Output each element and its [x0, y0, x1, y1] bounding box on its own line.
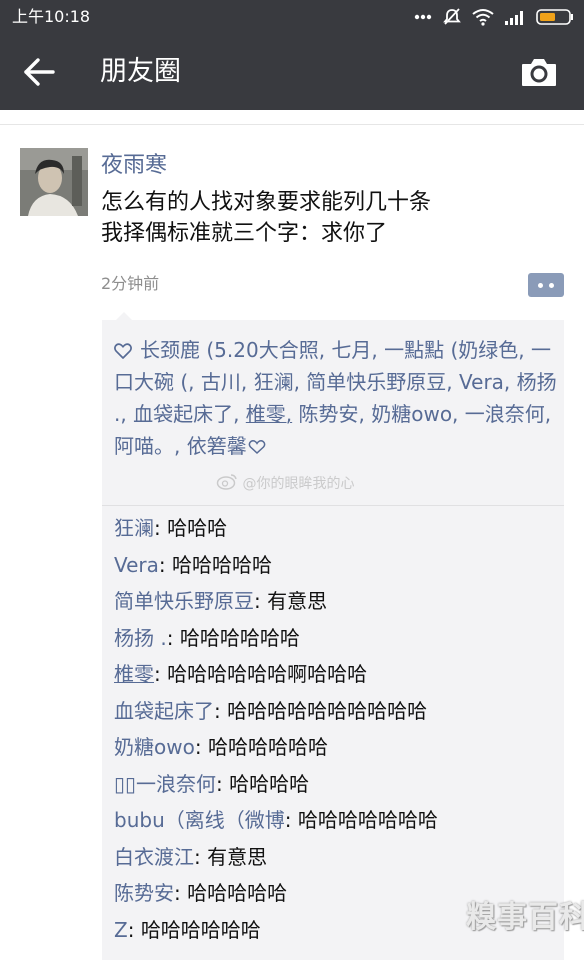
comment-row[interactable]: bubu（离线（微博: 哈哈哈哈哈哈哈: [114, 804, 559, 841]
comment-author[interactable]: 椎零: [114, 662, 154, 686]
status-bar: 上午10:18: [0, 0, 584, 34]
post-author[interactable]: 夜雨寒: [101, 150, 167, 182]
comment-row[interactable]: Vera: 哈哈哈哈哈: [114, 549, 559, 586]
comment-author[interactable]: 血袋起床了: [114, 699, 214, 723]
more-dots-icon: [414, 14, 432, 20]
heart-icon: [114, 343, 132, 359]
likes-divider: [102, 505, 564, 506]
mute-icon: [443, 8, 461, 25]
post-line: 怎么有的人找对象要求能列几十条: [101, 190, 432, 215]
camera-icon[interactable]: [520, 55, 558, 89]
battery-icon: [536, 9, 573, 25]
comment-text: 哈哈哈哈哈哈: [179, 625, 300, 650]
weibo-watermark-text: @你的眼眸我的心: [242, 475, 355, 492]
comment-text: 哈哈哈哈哈哈哈: [297, 808, 438, 832]
status-time: 上午10:18: [12, 7, 91, 26]
weibo-logo-icon: [216, 472, 238, 495]
comment-text: 有意思: [207, 844, 268, 869]
comment-row[interactable]: 椎零: 哈哈哈哈哈哈啊哈哈哈: [114, 658, 559, 695]
status-icons: [414, 6, 574, 28]
comment-text: 哈哈哈哈哈哈哈哈哈哈: [227, 698, 428, 723]
comment-author[interactable]: 杨扬 .: [114, 626, 167, 650]
post-line: 我择偶标准就三个字：求你了: [101, 221, 388, 246]
weibo-watermark: @你的眼眸我的心: [216, 472, 354, 495]
interaction-panel: 长颈鹿 (5.20大合照, 七月, 一點點 (奶绿色, 一口大碗 (, 古川, …: [102, 312, 564, 960]
avatar[interactable]: [20, 148, 88, 216]
comment-text: 哈哈哈哈哈哈: [140, 917, 261, 942]
page-title: 朋友圈: [100, 56, 181, 87]
likes-list: 长颈鹿 (5.20大合照, 七月, 一點點 (奶绿色, 一口大碗 (, 古川, …: [114, 334, 559, 462]
post-time: 2分钟前: [101, 274, 160, 293]
comment-row[interactable]: 杨扬 .: 哈哈哈哈哈哈: [114, 622, 559, 659]
signal-icon: [505, 11, 523, 25]
comment-author[interactable]: 奶糖owo: [114, 735, 195, 759]
comment-text: 哈哈哈哈哈: [187, 881, 288, 905]
post-content: 怎么有的人找对象要求能列几十条 我择偶标准就三个字：求你了: [101, 187, 561, 249]
corner-watermark: 糗事百科: [466, 900, 584, 935]
comment-author[interactable]: 简单快乐野原豆: [114, 589, 254, 613]
comment-author[interactable]: Vera: [114, 553, 159, 577]
comment-row[interactable]: 奶糖owo: 哈哈哈哈哈哈: [114, 731, 559, 768]
comment-row[interactable]: 简单快乐野原豆: 有意思: [114, 585, 559, 622]
likes-name-underlined[interactable]: 椎零,: [246, 402, 292, 426]
back-arrow-icon[interactable]: [22, 56, 56, 88]
comment-author[interactable]: 狂澜: [114, 516, 154, 540]
comment-text: 哈哈哈: [167, 516, 228, 540]
top-divider: [0, 124, 584, 125]
comment-author[interactable]: bubu（离线（微博: [114, 808, 285, 832]
comment-author[interactable]: 陈势安: [114, 881, 174, 905]
comment-author[interactable]: ▯▯一浪奈何: [114, 772, 216, 796]
comment-row[interactable]: ▯▯一浪奈何: 哈哈哈哈: [114, 768, 559, 805]
comment-text: 哈哈哈哈哈: [172, 552, 273, 577]
comment-list: 狂澜: 哈哈哈 Vera: 哈哈哈哈哈 简单快乐野原豆: 有意思 杨扬 .: 哈…: [114, 512, 559, 950]
small-heart-icon: [248, 439, 266, 455]
comment-author[interactable]: 白衣渡江: [114, 845, 194, 869]
comment-row[interactable]: 狂澜: 哈哈哈: [114, 512, 559, 549]
comment-text: 哈哈哈哈: [229, 771, 310, 796]
comment-dots-icon[interactable]: [528, 273, 564, 297]
comment-text: 哈哈哈哈哈哈: [207, 735, 328, 759]
comment-author[interactable]: Z: [114, 918, 128, 942]
comment-row[interactable]: 血袋起床了: 哈哈哈哈哈哈哈哈哈哈: [114, 695, 559, 732]
comment-text: 有意思: [267, 589, 328, 613]
comment-text: 哈哈哈哈哈哈啊哈哈哈: [167, 662, 368, 686]
wifi-icon: [472, 9, 494, 26]
comment-row[interactable]: 白衣渡江: 有意思: [114, 841, 559, 878]
top-bar: 朋友圈: [0, 34, 584, 110]
